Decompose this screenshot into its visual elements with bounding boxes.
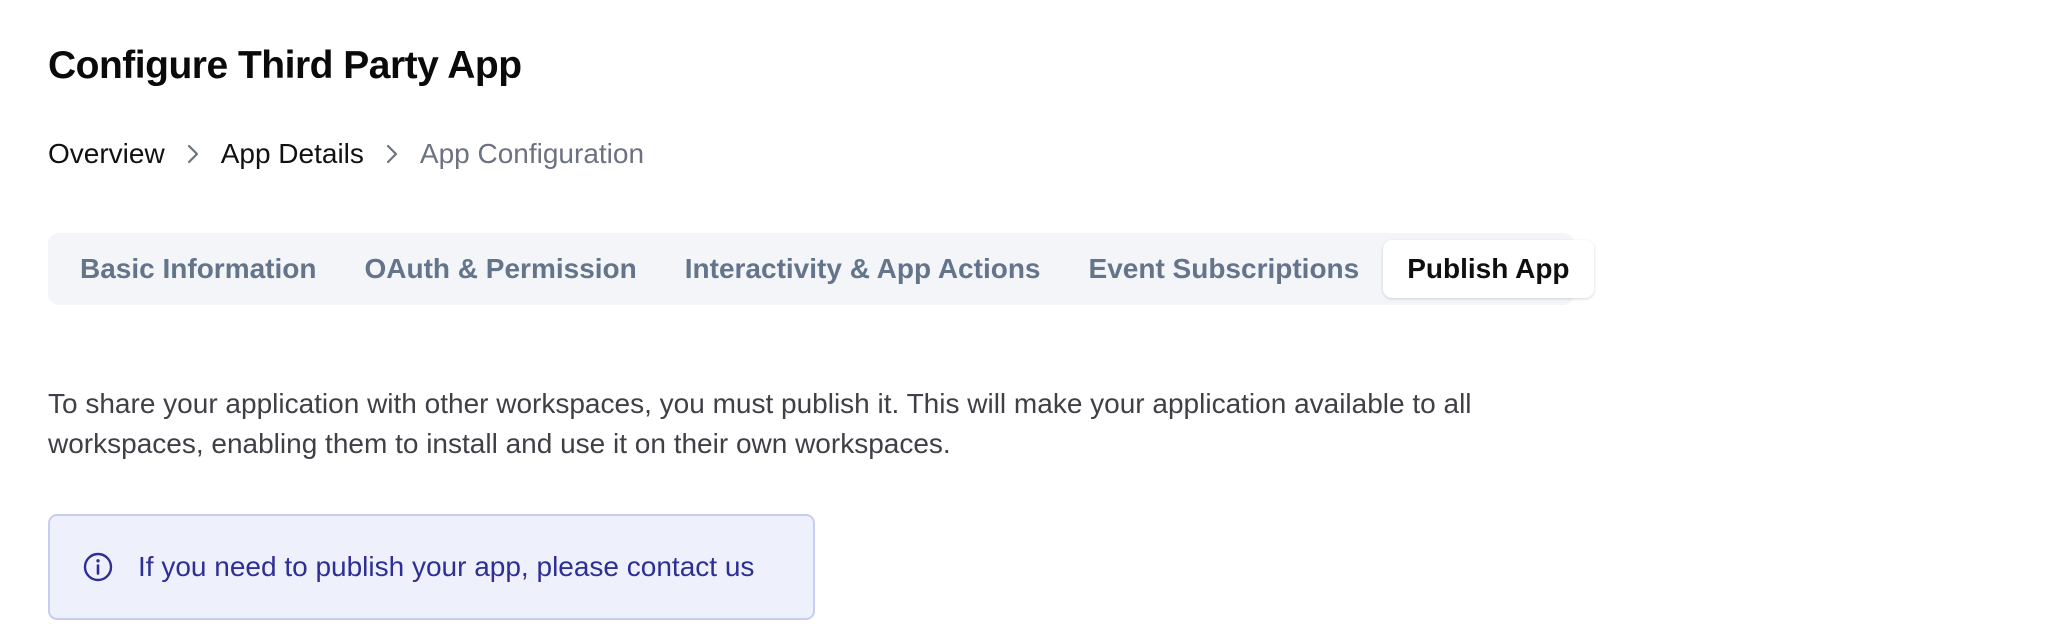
tab-publish-app[interactable]: Publish App (1383, 240, 1594, 298)
info-icon (82, 551, 114, 583)
breadcrumb-overview[interactable]: Overview (48, 138, 165, 170)
tab-event-subscriptions[interactable]: Event Subscriptions (1065, 240, 1384, 298)
contact-notice-text: If you need to publish your app, please … (138, 551, 755, 582)
contact-notice: If you need to publish your app, please … (48, 514, 815, 620)
page-title: Configure Third Party App (48, 44, 522, 87)
publish-description: To share your application with other wor… (48, 388, 1472, 459)
chevron-right-icon (178, 143, 208, 165)
chevron-right-icon (377, 143, 407, 165)
tab-basic-information[interactable]: Basic Information (56, 240, 340, 298)
tab-oauth-permission[interactable]: OAuth & Permission (340, 240, 660, 298)
breadcrumb-app-details[interactable]: App Details (221, 138, 364, 170)
tab-interactivity-app-actions[interactable]: Interactivity & App Actions (661, 240, 1065, 298)
config-tab-bar: Basic Information OAuth & Permission Int… (48, 233, 1594, 305)
page-content: Configure Third Party App Overview App D… (48, 0, 2062, 631)
breadcrumb-app-configuration: App Configuration (419, 138, 645, 169)
breadcrumb: Overview App Details App Configuration (48, 138, 644, 170)
